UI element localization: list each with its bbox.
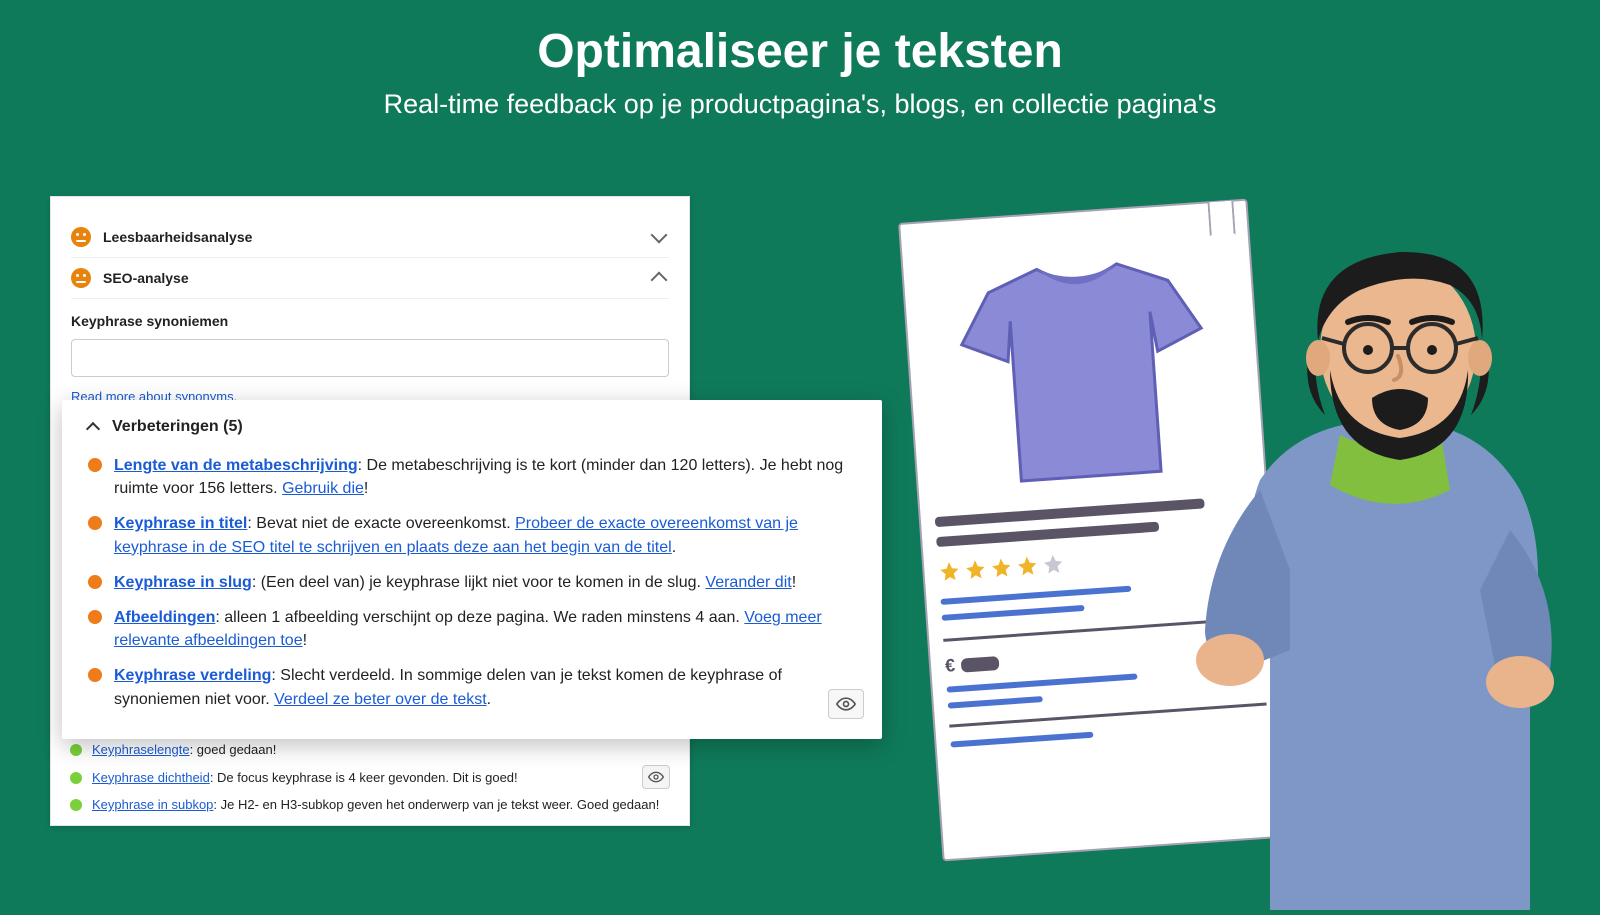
bullet-good-icon [70,744,82,756]
good-item: Keyphrase dichtheid: De focus keyphrase … [70,761,670,793]
star-icon [938,560,961,583]
highlight-button[interactable] [642,765,670,789]
bullet-warn-icon [88,516,102,530]
improvement-item: Keyphrase in titel: Bevat niet de exacte… [88,506,856,564]
readability-accordion[interactable]: Leesbaarheidsanalyse [71,217,669,258]
currency-label: € [944,655,955,677]
skeleton-line [940,586,1131,605]
good-item-text: : Je H2- en H3-subkop geven het onderwer… [213,797,659,812]
improvement-action[interactable]: Verdeel ze beter over de tekst [274,691,487,708]
bullet-warn-icon [88,610,102,624]
bullet-good-icon [70,799,82,811]
eye-icon [836,694,856,714]
star-icon [1016,554,1039,577]
illustration: € [920,170,1560,900]
improvement-item: Keyphrase verdeling: Slecht verdeeld. In… [88,658,856,716]
improvement-text: : Bevat niet de exacte overeenkomst. [247,515,515,532]
star-icon [990,556,1013,579]
skeleton-line [936,522,1159,548]
improvements-header: Verbeteringen (5) [112,418,243,436]
skeleton-line [950,732,1093,748]
hero: Optimaliseer je teksten Real-time feedba… [0,0,1600,120]
good-item-link[interactable]: Keyphrase dichtheid [92,770,210,785]
synonyms-label: Keyphrase synoniemen [71,313,669,329]
status-ok-icon [71,227,91,247]
good-item: Keyphraselengte: goed gedaan! [70,738,670,761]
improvements-panel: Verbeteringen (5) Lengte van de metabesc… [62,400,882,739]
improvement-link[interactable]: Lengte van de metabeschrijving [114,457,358,474]
improvement-text: : (Een deel van) je keyphrase lijkt niet… [252,574,706,591]
good-item-link[interactable]: Keyphraselengte [92,742,190,757]
improvement-action[interactable]: Gebruik die [282,480,364,497]
chevron-up-icon [86,422,100,436]
hero-subtitle: Real-time feedback op je productpagina's… [0,89,1600,120]
hero-title: Optimaliseer je teksten [0,24,1600,79]
skeleton-line [948,696,1044,709]
highlight-button[interactable] [828,689,864,719]
person-illustration [1150,230,1570,910]
bullet-good-icon [70,772,82,784]
status-ok-icon [71,268,91,288]
improvement-item: Afbeeldingen: alleen 1 afbeelding versch… [88,600,856,658]
improvement-action[interactable]: Verander dit [705,574,791,591]
good-item-link[interactable]: Keyphrase in subkop [92,797,213,812]
skeleton-line [942,605,1085,621]
improvement-link[interactable]: Keyphrase in slug [114,574,252,591]
improvement-text: : alleen 1 afbeelding verschijnt op deze… [215,609,744,626]
eye-icon [648,769,664,785]
chevron-up-icon [651,272,668,289]
improvement-link[interactable]: Afbeeldingen [114,609,215,626]
star-icon [964,558,987,581]
bullet-warn-icon [88,575,102,589]
good-item-text: : De focus keyphrase is 4 keer gevonden.… [210,770,518,785]
improvement-link[interactable]: Keyphrase verdeling [114,667,271,684]
seo-accordion[interactable]: SEO-analyse [71,258,669,299]
skeleton-pill [961,656,1000,673]
improvement-item: Keyphrase in slug: (Een deel van) je key… [88,565,856,600]
star-empty-icon [1042,552,1065,575]
bullet-warn-icon [88,668,102,682]
chevron-down-icon [651,227,668,244]
improvements-toggle[interactable]: Verbeteringen (5) [88,418,856,448]
improvement-link[interactable]: Keyphrase in titel [114,515,247,532]
skeleton-line [947,673,1138,692]
good-item-text: : goed gedaan! [190,742,277,757]
synonyms-input[interactable] [71,339,669,377]
seo-label: SEO-analyse [103,270,653,286]
good-item: Keyphrase in subkop: Je H2- en H3-subkop… [70,793,670,816]
improvement-item: Lengte van de metabeschrijving: De metab… [88,448,856,506]
bullet-warn-icon [88,458,102,472]
readability-label: Leesbaarheidsanalyse [103,229,653,245]
